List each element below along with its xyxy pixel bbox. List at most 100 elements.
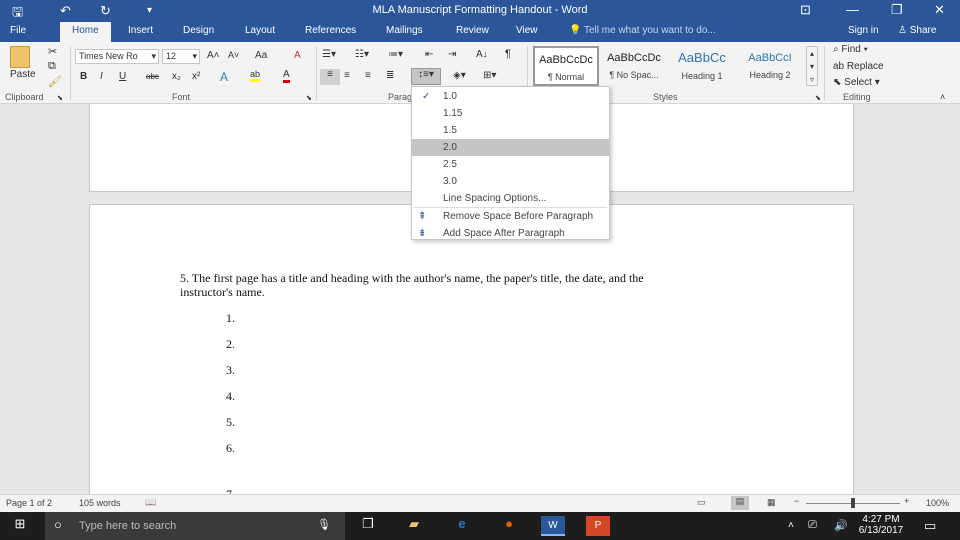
list-item[interactable]: 1. <box>226 311 235 326</box>
find-button[interactable]: ⌕ Find ▾ <box>833 44 868 55</box>
bullets-icon[interactable]: ☰▾ <box>322 49 336 60</box>
align-left-icon[interactable]: ≡ <box>320 69 340 85</box>
page-current[interactable]: 5. The first page has a title and headin… <box>89 204 854 494</box>
grow-font-button[interactable]: A˄ <box>207 50 220 61</box>
volume-icon[interactable]: 🔊 <box>834 519 848 532</box>
font-name-box[interactable]: Times New Ro ▾ <box>75 49 159 64</box>
spacing-option-2-5[interactable]: 2.5 <box>412 156 609 173</box>
list-item[interactable]: 6. <box>226 441 235 456</box>
ribbon-display-options-icon[interactable]: ⊡ <box>800 2 811 18</box>
italic-button[interactable]: I <box>100 71 103 82</box>
tab-insert[interactable]: Insert <box>128 25 153 36</box>
zoom-out-icon[interactable]: − <box>794 496 799 506</box>
align-center-icon[interactable]: ≡ <box>344 70 350 81</box>
paste-icon[interactable] <box>10 46 30 68</box>
borders-icon[interactable]: ⊞▾ <box>483 70 496 81</box>
proofing-icon[interactable]: 📖 <box>145 497 156 508</box>
highlight-button[interactable]: ab <box>250 69 261 82</box>
list-item[interactable]: 5. <box>226 415 235 430</box>
change-case-button[interactable]: Aa <box>255 50 267 61</box>
subscript-button[interactable]: x₂ <box>172 71 181 82</box>
superscript-button[interactable]: x² <box>192 71 200 82</box>
clipboard-launcher-icon[interactable]: ⬊ <box>57 94 63 102</box>
zoom-in-icon[interactable]: + <box>904 496 909 506</box>
tab-layout[interactable]: Layout <box>245 25 275 36</box>
multilevel-list-icon[interactable]: ≔▾ <box>388 49 403 60</box>
sign-in-link[interactable]: Sign in <box>848 25 879 36</box>
replace-button[interactable]: ab Replace <box>833 61 884 72</box>
file-explorer-icon[interactable]: ▰ <box>402 516 426 536</box>
paragraph-item-5-cont[interactable]: instructor's name. <box>180 285 265 300</box>
font-size-box[interactable]: 12 ▾ <box>162 49 200 64</box>
style-normal[interactable]: AaBbCcDc ¶ Normal <box>533 46 599 86</box>
powerpoint-app-icon[interactable]: P <box>586 516 610 536</box>
format-painter-icon[interactable]: 🖌 <box>48 75 62 88</box>
windows-start-icon[interactable]: ⊞ <box>8 516 32 536</box>
style-heading-1[interactable]: AaBbCc Heading 1 <box>669 46 735 86</box>
font-launcher-icon[interactable]: ⬊ <box>306 94 312 102</box>
read-mode-icon[interactable]: ▭ <box>697 497 706 508</box>
print-layout-icon[interactable]: ▤ <box>731 496 749 510</box>
spacing-option-1-0[interactable]: ✓ 1.0 <box>412 88 609 105</box>
tab-review[interactable]: Review <box>456 25 489 36</box>
firefox-icon[interactable]: ● <box>497 516 521 536</box>
list-item[interactable]: 3. <box>226 363 235 378</box>
text-effects-button[interactable]: A <box>220 70 228 84</box>
word-app-icon[interactable]: W <box>541 516 565 536</box>
tab-design[interactable]: Design <box>183 25 214 36</box>
style-no-spacing[interactable]: AaBbCcDc ¶ No Spac... <box>601 46 667 86</box>
task-view-icon[interactable]: ❐ <box>356 516 380 536</box>
list-item[interactable]: 2. <box>226 337 235 352</box>
share-button[interactable]: ♙ Share <box>898 25 936 36</box>
tab-mailings[interactable]: Mailings <box>386 25 423 36</box>
underline-button[interactable]: U <box>119 71 126 82</box>
spacing-option-1-5[interactable]: 1.5 <box>412 122 609 139</box>
shrink-font-button[interactable]: A˅ <box>228 50 239 60</box>
tab-view[interactable]: View <box>516 25 538 36</box>
line-spacing-options[interactable]: Line Spacing Options... <box>412 190 609 207</box>
increase-indent-icon[interactable]: ⇥ <box>448 49 456 60</box>
show-hidden-icons-icon[interactable]: ˄ <box>788 520 794 531</box>
paragraph-item-5[interactable]: 5. The first page has a title and headin… <box>180 271 644 286</box>
collapse-ribbon-icon[interactable]: ˄ <box>940 92 945 102</box>
notifications-icon[interactable]: ▭ <box>924 518 936 534</box>
numbering-icon[interactable]: ☷▾ <box>355 49 369 60</box>
list-item[interactable]: 7. <box>226 487 235 494</box>
zoom-level[interactable]: 100% <box>926 498 949 508</box>
shading-icon[interactable]: ◈▾ <box>453 70 466 81</box>
spacing-option-2-0[interactable]: 2.0 <box>412 139 609 156</box>
minimize-button[interactable]: — <box>846 2 859 17</box>
web-layout-icon[interactable]: ▦ <box>767 497 776 508</box>
add-space-after[interactable]: ⇟ Add Space After Paragraph <box>412 225 609 242</box>
tell-me-box[interactable]: Tell me what you want to do... <box>584 25 716 36</box>
maximize-button[interactable]: ❐ <box>891 2 903 18</box>
style-heading-2[interactable]: AaBbCcI Heading 2 <box>737 46 803 86</box>
cut-icon[interactable]: ✂ <box>48 45 57 58</box>
sort-icon[interactable]: A↓ <box>476 49 488 60</box>
styles-launcher-icon[interactable]: ⬊ <box>815 94 821 102</box>
taskbar-search-box[interactable]: ○ Type here to search 🎙 <box>45 512 345 540</box>
edge-icon[interactable]: e <box>450 516 474 536</box>
spacing-option-3-0[interactable]: 3.0 <box>412 173 609 190</box>
styles-scroll[interactable]: ▴ ▾ ▿ <box>806 46 818 86</box>
zoom-slider-thumb[interactable] <box>851 498 855 508</box>
clock[interactable]: 4:27 PM 6/13/2017 <box>856 514 906 536</box>
paste-button[interactable]: Paste <box>10 69 36 80</box>
tab-home[interactable]: Home <box>60 22 111 42</box>
spacing-option-1-15[interactable]: 1.15 <box>412 105 609 122</box>
strikethrough-button[interactable]: abc <box>146 72 159 81</box>
align-right-icon[interactable]: ≡ <box>365 70 371 81</box>
bold-button[interactable]: B <box>80 71 87 82</box>
network-icon[interactable]: ⎚ <box>808 519 817 532</box>
pilcrow-icon[interactable]: ¶ <box>505 48 511 60</box>
font-color-button[interactable]: A <box>283 69 290 83</box>
copy-icon[interactable]: ⧉ <box>48 60 56 73</box>
clear-formatting-button[interactable]: A <box>294 50 301 61</box>
list-item[interactable]: 4. <box>226 389 235 404</box>
page-count[interactable]: Page 1 of 2 <box>6 498 52 508</box>
remove-space-before[interactable]: ⇞ Remove Space Before Paragraph <box>412 208 609 225</box>
decrease-indent-icon[interactable]: ⇤ <box>425 49 433 60</box>
justify-icon[interactable]: ≣ <box>386 70 394 81</box>
line-spacing-button[interactable]: ↕≡▾ <box>411 68 441 85</box>
tab-references[interactable]: References <box>305 25 356 36</box>
